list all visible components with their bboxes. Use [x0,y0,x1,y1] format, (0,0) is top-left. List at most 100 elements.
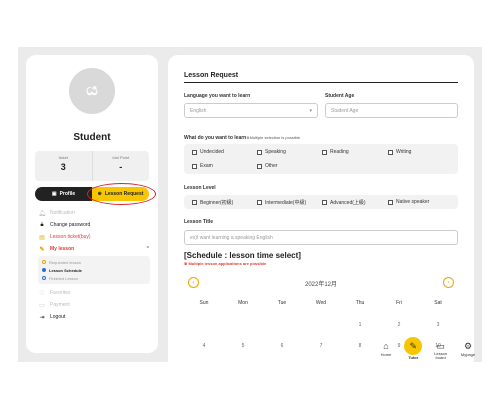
checkbox-icon [192,149,197,155]
checkbox-icon [322,149,327,155]
menu-item-payment[interactable]: ▭ Payment [38,299,150,311]
user-settings-icon: ⚙ [463,341,473,351]
checkbox-icon [388,199,393,205]
card-icon: ▭ [39,302,45,309]
calendar-day[interactable]: 5 [233,343,253,349]
option-label: Reading [330,149,349,155]
page-title: Lesson Request [184,72,239,79]
home-icon: ⌂ [383,341,389,351]
calendar-day[interactable]: 3 [428,322,448,328]
checkbox-writing[interactable]: Writing [388,149,411,155]
next-month-button[interactable]: › [443,277,454,288]
checkbox-icon [192,200,197,205]
student-age-input[interactable]: Student Age [325,103,458,118]
profile-card-icon: ▣ [51,191,57,197]
weekday-label: Mon [238,300,248,306]
calendar-day[interactable]: 1 [350,322,370,328]
checkbox-other[interactable]: Other [257,163,278,169]
lesson-title-placeholder: ex)I want learning a speaking English [190,234,273,241]
language-select[interactable]: English ▾ [184,103,318,118]
learn-note: ※Multiple selection is possible [246,135,301,140]
calendar-day[interactable]: 8 [350,343,370,349]
avatar: ය [69,68,115,114]
submenu-finished-lesson[interactable]: Finished Lesson [42,274,146,282]
checkbox-intermediate[interactable]: Intermediate(中級) [257,199,306,206]
checkbox-icon [257,149,262,155]
menu-label: Lesson ticket(buy) [50,234,91,240]
lesson-title-input[interactable]: ex)I want learning a speaking English [184,230,458,245]
menu-item-notification[interactable]: 🔔︎ Notification [38,207,150,219]
sidebar-menu: 🔔︎ Notification 🔒︎ Change password ▤ Les… [38,207,150,323]
calendar-day[interactable]: 6 [272,343,292,349]
option-label: Intermediate(中級) [265,200,307,206]
level-label: Lesson Level [184,185,216,191]
submenu-label: Lesson Schedule [49,267,82,273]
option-label: Exam [200,163,213,169]
user-stats: ticket 3 Idol Point - [35,151,149,181]
menu-label: Favorites [50,290,71,296]
calendar-day[interactable]: 4 [194,343,214,349]
logout-icon: ⇥ [39,314,45,321]
weekday-label: Wed [315,300,327,306]
menu-label: Logout [50,314,66,320]
nav-tutor[interactable]: ✎ Tutor [401,337,425,360]
profile-tabs: ▣ Profile ⊕ Lesson Request [35,183,156,205]
submenu-label: Finished Lesson [49,275,79,281]
menu-item-favorites[interactable]: ♡ Favorites [38,287,150,299]
option-label: Advanced(上級) [330,200,366,206]
checkbox-icon [192,163,197,169]
checkbox-undecided[interactable]: Undecided [192,149,224,155]
status-dot-icon [42,276,46,280]
checkbox-reading[interactable]: Reading [322,149,349,155]
tab-profile[interactable]: ▣ Profile [35,187,92,201]
schedule-note: ※ Multiple lesson applications are possi… [184,261,267,266]
age-label: Student Age [325,93,355,99]
lesson-title-label: Lesson Title [184,219,214,225]
user-name: Student [73,132,111,143]
menu-item-logout[interactable]: ⇥ Logout [38,311,150,323]
option-label: Speaking [265,149,286,155]
tab-lesson-request-label: Lesson Request [104,191,144,197]
plus-circle-icon: ⊕ [97,191,102,197]
checkbox-speaking[interactable]: Speaking [257,149,286,155]
submenu-requested-lesson[interactable]: Requested lesson [42,258,146,266]
tutor-icon: ✎ [404,337,423,355]
nav-mypage[interactable]: ⚙ Mypage [456,340,480,357]
menu-item-lesson-ticket[interactable]: ▤ Lesson ticket(buy) [38,231,150,243]
chevron-up-icon: ⌃ [145,246,150,252]
weekday-label: Thu [355,300,365,306]
chevron-down-icon: ▾ [309,107,312,114]
option-label: Undecided [200,149,224,155]
option-label: Writing [396,149,412,155]
checkbox-icon [257,163,262,169]
idol-point-stat: Idol Point - [91,151,150,181]
chevron-right-icon: › [447,279,450,286]
tab-profile-label: Profile [59,191,76,197]
menu-item-change-password[interactable]: 🔒︎ Change password [38,219,150,231]
checkbox-advanced[interactable]: Advanced(上級) [322,199,366,206]
option-label: Native speaker [396,199,430,205]
checkbox-exam[interactable]: Exam [192,163,213,169]
calendar-day[interactable]: 2 [389,322,409,328]
calendar-day[interactable]: 7 [311,343,331,349]
language-value: English [190,107,207,114]
menu-label: Notification [50,210,75,216]
heart-icon: ♡ [39,290,45,297]
menu-label: Change password [50,222,91,228]
submenu-label: Requested lesson [49,259,82,265]
menu-item-my-lesson[interactable]: ✎ My lesson ⌃ [38,243,150,255]
level-options: Beginner(初級) Intermediate(中級) Advanced(上… [184,195,458,209]
checkbox-native-speaker[interactable]: Native speaker [388,199,429,205]
option-label: Beginner(初級) [200,200,234,206]
tab-lesson-request[interactable]: ⊕ Lesson Request [87,183,156,205]
nav-lesson-board[interactable]: ▭ Lesson board [429,340,453,360]
submenu-lesson-schedule[interactable]: Lesson Schedule [42,266,146,274]
checkbox-icon [257,200,262,205]
profile-sidebar: ය Student ticket 3 Idol Point - ▣ Profil… [26,55,158,353]
nav-label: Home [380,352,392,357]
menu-label: Payment [50,302,70,308]
lesson-icon: ✎ [39,246,45,253]
checkbox-beginner[interactable]: Beginner(初級) [192,199,233,206]
idol-point-value: - [119,162,123,172]
nav-home[interactable]: ⌂ Home [374,340,398,357]
